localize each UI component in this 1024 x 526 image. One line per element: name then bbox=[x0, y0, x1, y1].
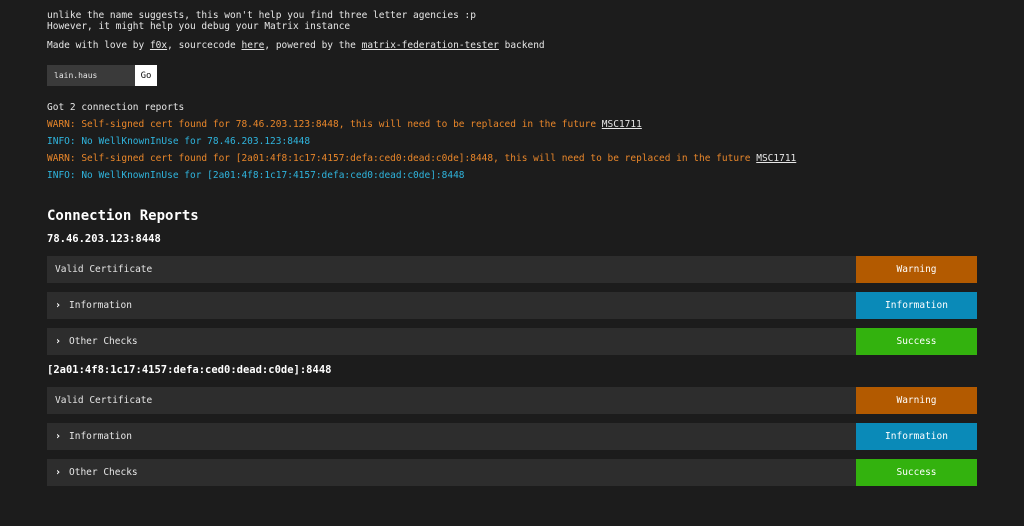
connection-reports-heading: Connection Reports bbox=[47, 208, 199, 224]
summary-message: WARN: Self-signed cert found for 78.46.2… bbox=[47, 119, 977, 130]
chevron-right-icon[interactable]: › bbox=[55, 431, 65, 442]
page: unlike the name suggests, this won't hel… bbox=[0, 0, 1024, 526]
report-row-other-checks[interactable]: › Other Checks Success bbox=[47, 459, 977, 486]
intro-line-2: However, it might help you debug your Ma… bbox=[47, 21, 351, 32]
content: unlike the name suggests, this won't hel… bbox=[47, 10, 977, 486]
sourcecode-link[interactable]: here bbox=[241, 40, 264, 51]
chevron-right-icon[interactable]: › bbox=[55, 467, 65, 478]
message-text: INFO: No WellKnownInUse for [2a01:4f8:1c… bbox=[47, 170, 465, 181]
chevron-right-icon[interactable]: › bbox=[55, 336, 65, 347]
report-row-information[interactable]: › Information Information bbox=[47, 292, 977, 319]
server-input[interactable] bbox=[47, 65, 135, 86]
msc1711-link[interactable]: MSC1711 bbox=[756, 153, 796, 164]
go-button[interactable]: Go bbox=[135, 65, 157, 86]
credits-suffix: backend bbox=[498, 40, 545, 51]
credits-prefix: Made with love by bbox=[47, 40, 150, 51]
host-address: [2a01:4f8:1c17:4157:defa:ced0:dead:c0de]… bbox=[47, 364, 332, 376]
report-row-information[interactable]: › Information Information bbox=[47, 423, 977, 450]
status-badge: Success bbox=[856, 328, 977, 355]
credits-mid: , sourcecode bbox=[167, 40, 242, 51]
status-badge: Information bbox=[856, 292, 977, 319]
credits-line: Made with love by f0x, sourcecode here, … bbox=[47, 40, 977, 51]
status-badge: Warning bbox=[856, 387, 977, 414]
row-label: Valid Certificate bbox=[55, 395, 153, 406]
summary-message: WARN: Self-signed cert found for [2a01:4… bbox=[47, 153, 977, 164]
intro-line-1: unlike the name suggests, this won't hel… bbox=[47, 10, 476, 21]
report-row-valid-certificate: Valid Certificate Warning bbox=[47, 256, 977, 283]
message-text: WARN: Self-signed cert found for 78.46.2… bbox=[47, 119, 602, 130]
host-address: 78.46.203.123:8448 bbox=[47, 233, 161, 245]
row-label: Other Checks bbox=[69, 467, 138, 478]
summary-message: INFO: No WellKnownInUse for [2a01:4f8:1c… bbox=[47, 170, 977, 181]
msc1711-link[interactable]: MSC1711 bbox=[602, 119, 642, 130]
summary-message: INFO: No WellKnownInUse for 78.46.203.12… bbox=[47, 136, 977, 147]
report-row-other-checks[interactable]: › Other Checks Success bbox=[47, 328, 977, 355]
chevron-right-icon[interactable]: › bbox=[55, 300, 65, 311]
status-badge: Information bbox=[856, 423, 977, 450]
row-label: Valid Certificate bbox=[55, 264, 153, 275]
backend-link[interactable]: matrix-federation-tester bbox=[362, 40, 499, 51]
message-text: INFO: No WellKnownInUse for 78.46.203.12… bbox=[47, 136, 311, 147]
reports-count: Got 2 connection reports bbox=[47, 102, 185, 113]
row-label: Information bbox=[69, 300, 132, 311]
row-label: Other Checks bbox=[69, 336, 138, 347]
credits-mid2: , powered by the bbox=[264, 40, 362, 51]
report-row-valid-certificate: Valid Certificate Warning bbox=[47, 387, 977, 414]
status-badge: Warning bbox=[856, 256, 977, 283]
status-badge: Success bbox=[856, 459, 977, 486]
row-label: Information bbox=[69, 431, 132, 442]
author-link[interactable]: f0x bbox=[150, 40, 167, 51]
server-form: Go bbox=[47, 65, 977, 86]
message-text: WARN: Self-signed cert found for [2a01:4… bbox=[47, 153, 757, 164]
